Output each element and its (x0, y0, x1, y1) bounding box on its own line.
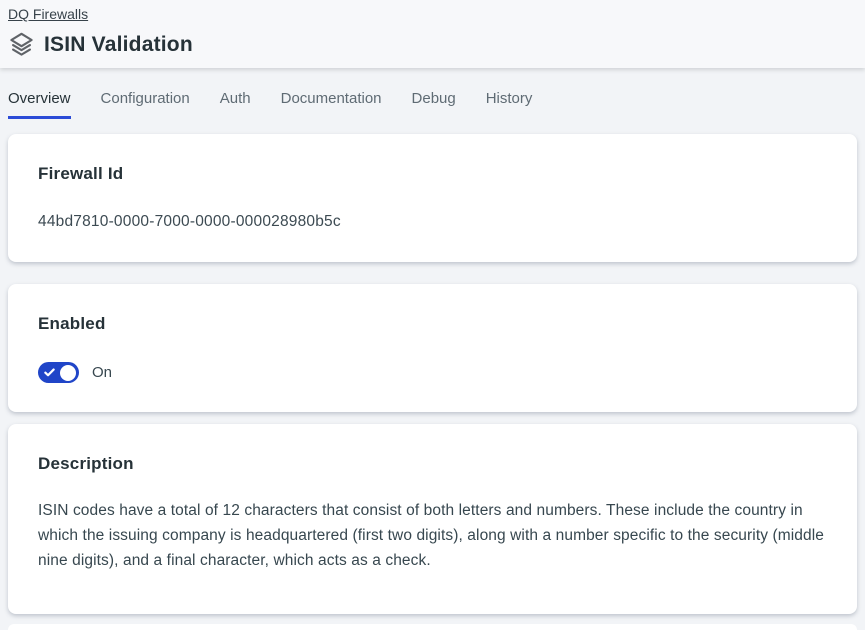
enabled-toggle[interactable] (38, 362, 79, 383)
tab-overview[interactable]: Overview (8, 90, 71, 119)
main-content: Firewall Id 44bd7810-0000-7000-0000-0000… (0, 119, 865, 614)
description-text: ISIN codes have a total of 12 characters… (38, 498, 827, 573)
tab-debug[interactable]: Debug (412, 90, 456, 119)
firewall-id-title: Firewall Id (38, 164, 827, 184)
title-row: ISIN Validation (8, 31, 857, 58)
firewall-id-card: Firewall Id 44bd7810-0000-7000-0000-0000… (8, 134, 857, 262)
enabled-toggle-row: On (38, 362, 827, 383)
enabled-card: Enabled On (8, 284, 857, 412)
description-title: Description (38, 454, 827, 474)
next-card-partial (8, 624, 857, 630)
breadcrumb[interactable]: DQ Firewalls (8, 5, 88, 23)
layers-icon (8, 31, 35, 58)
page-title: ISIN Validation (44, 33, 193, 57)
tab-auth[interactable]: Auth (220, 90, 251, 119)
tab-bar: Overview Configuration Auth Documentatio… (0, 90, 865, 119)
toggle-knob (60, 365, 76, 381)
tab-configuration[interactable]: Configuration (101, 90, 190, 119)
tab-history[interactable]: History (486, 90, 533, 119)
firewall-id-value: 44bd7810-0000-7000-0000-000028980b5c (38, 213, 827, 231)
description-card: Description ISIN codes have a total of 1… (8, 424, 857, 614)
toggle-state-label: On (92, 364, 112, 381)
tab-documentation[interactable]: Documentation (281, 90, 382, 119)
check-icon (44, 365, 55, 376)
page-header: DQ Firewalls ISIN Validation (0, 0, 865, 68)
enabled-title: Enabled (38, 314, 827, 334)
